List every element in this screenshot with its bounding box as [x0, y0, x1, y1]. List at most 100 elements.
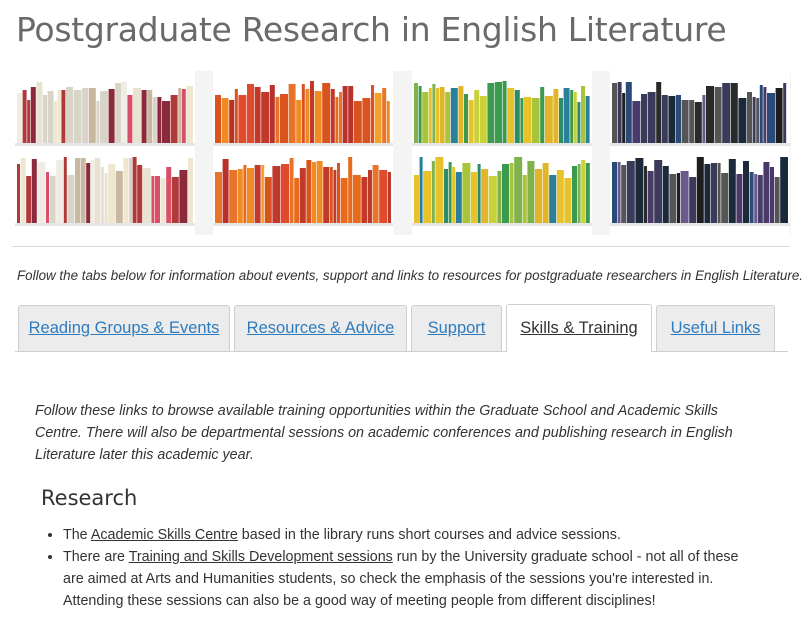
book-spine [20, 158, 26, 223]
book-spine [269, 85, 275, 143]
book-spine [361, 177, 368, 223]
book-spine [714, 87, 722, 143]
book-spine [261, 92, 270, 143]
book-spine [763, 87, 767, 143]
book-spine [80, 158, 86, 223]
book-spine [531, 98, 540, 143]
book-spine [706, 86, 714, 143]
book-spine [162, 101, 170, 143]
book-spine [61, 90, 66, 143]
book-spine [104, 173, 108, 223]
book-spine [170, 95, 178, 143]
tab-resources-advice[interactable]: Resources & Advice [234, 305, 407, 351]
book-spine [635, 158, 644, 223]
book-spine [330, 89, 335, 143]
book-spine [432, 84, 436, 143]
book-spine [37, 162, 46, 223]
book-spine [243, 165, 247, 223]
tab-skills-training[interactable]: Skills & Training [506, 304, 652, 352]
book-spine [56, 160, 64, 223]
divider [12, 246, 790, 247]
book-spine [573, 92, 577, 143]
book-spine [522, 175, 527, 223]
book-spine [524, 97, 531, 143]
tab-reading-groups-events[interactable]: Reading Groups & Events [18, 305, 230, 351]
book-spine [468, 100, 474, 143]
book-spine [783, 83, 787, 143]
book-spine [448, 162, 452, 223]
book-spine [314, 91, 322, 143]
book-spine [647, 171, 654, 223]
book-spine [305, 89, 310, 143]
book-spine [487, 83, 495, 143]
book-spine [247, 84, 254, 143]
book-spine [563, 88, 570, 143]
book-spine [669, 174, 677, 223]
book-spine [179, 170, 188, 223]
book-spine [418, 86, 422, 143]
book-spine [155, 176, 160, 223]
book-spine [46, 172, 49, 223]
book-spine [747, 92, 752, 143]
book-spine [662, 166, 669, 223]
book-spine [450, 88, 458, 143]
book-spine [254, 165, 261, 223]
book-spine [100, 91, 108, 143]
book-spine [386, 101, 390, 143]
book-spine [66, 87, 73, 143]
book-spine [570, 90, 574, 143]
book-spine [435, 157, 444, 223]
book-spine [352, 175, 361, 223]
book-spine [261, 165, 265, 223]
book-spine [133, 88, 141, 143]
tab-useful-links[interactable]: Useful Links [656, 305, 775, 351]
book-spine [488, 176, 497, 223]
book-spine [632, 101, 641, 143]
list-item-text: The [63, 527, 91, 543]
book-spine [431, 161, 435, 223]
book-spine [647, 92, 656, 143]
book-spine [178, 88, 182, 143]
book-spine [160, 178, 166, 223]
book-spine [296, 100, 302, 143]
book-spine [115, 171, 123, 223]
book-spine [497, 171, 502, 223]
shelf-board [15, 143, 195, 146]
book-spine [152, 97, 157, 143]
book-spine [752, 97, 756, 143]
book-spine [141, 90, 147, 143]
book-spine [774, 177, 780, 223]
book-spine [743, 161, 749, 223]
tab-support[interactable]: Support [411, 305, 502, 351]
book-spine [520, 98, 524, 143]
training-skills-sessions-link[interactable]: Training and Skills Development sessions [129, 549, 393, 565]
book-spine [280, 94, 288, 143]
book-spine [452, 167, 456, 223]
book-spine [722, 83, 731, 143]
book-spine [17, 164, 20, 223]
bookshelf-banner-image [15, 71, 791, 235]
book-spine [721, 173, 729, 223]
book-spine [612, 162, 617, 223]
book-spine [754, 174, 758, 223]
academic-skills-centre-link[interactable]: Academic Skills Centre [91, 527, 238, 543]
book-spine [702, 95, 706, 143]
book-spine [27, 100, 31, 143]
book-spine [121, 82, 127, 143]
book-spine [680, 171, 689, 223]
book-spine [312, 162, 316, 223]
book-spine [166, 167, 172, 223]
book-spine [676, 95, 681, 143]
book-spine [514, 157, 523, 223]
book-spine [342, 86, 348, 143]
book-spine [757, 175, 763, 223]
list-item: There are Training and Skills Developmen… [63, 546, 743, 612]
book-spine [333, 170, 337, 223]
shelf-board [213, 143, 393, 146]
book-spine [137, 165, 143, 223]
shelf-board [412, 143, 592, 146]
tab-content-intro: Follow these links to browse available t… [35, 403, 733, 463]
book-spine [30, 87, 36, 143]
book-spine [455, 172, 462, 223]
book-spine [617, 162, 621, 223]
